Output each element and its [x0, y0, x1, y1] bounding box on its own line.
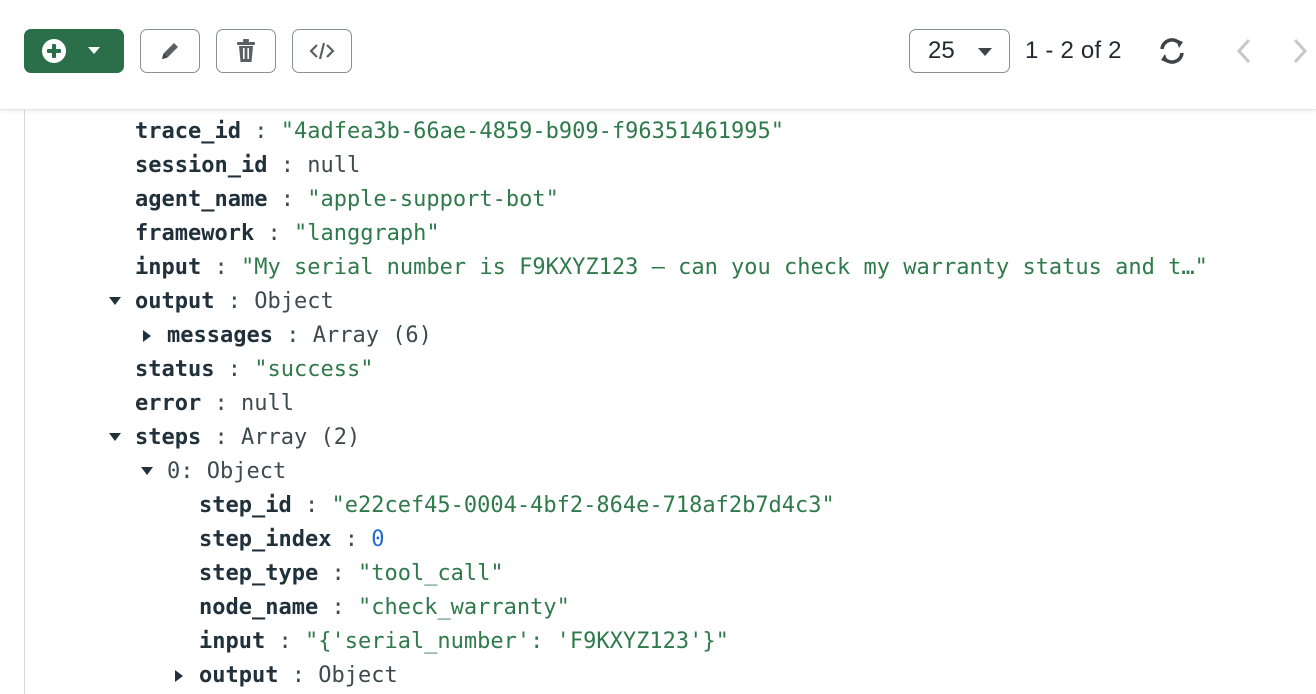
- field-key: session_id: [135, 153, 268, 178]
- field-input: input : "My serial number is F9KXYZ123 —…: [135, 255, 1208, 280]
- caret-down-icon: [88, 47, 100, 54]
- field-value[interactable]: Array (6): [313, 323, 432, 348]
- code-icon: [309, 42, 335, 60]
- field-framework: framework : "langgraph": [135, 221, 440, 246]
- field-agent-name: agent_name : "apple-support-bot": [135, 187, 559, 212]
- collapse-toggle-icon[interactable]: [143, 330, 151, 342]
- field-node-name: node_name : "check_warranty": [199, 595, 570, 620]
- edit-button[interactable]: [140, 29, 200, 73]
- field-key: error: [135, 391, 202, 416]
- expand-toggle-icon[interactable]: [109, 297, 121, 305]
- page-size-select[interactable]: 25: [909, 29, 1010, 73]
- field-value[interactable]: 0: [371, 527, 384, 552]
- field-value[interactable]: Object: [318, 663, 397, 688]
- field-step-0: 0: Object: [167, 459, 287, 484]
- field-value[interactable]: "My serial number is F9KXYZ123 — can you…: [241, 255, 1208, 280]
- field-key: output: [135, 289, 215, 314]
- field-messages: messages : Array (6): [167, 323, 432, 348]
- field-value[interactable]: Object: [207, 459, 286, 484]
- field-step-type: step_type : "tool_call": [199, 561, 504, 586]
- field-value[interactable]: null: [241, 391, 294, 416]
- pencil-icon: [162, 43, 178, 59]
- field-value[interactable]: Object: [254, 289, 333, 314]
- field-key: 0: [167, 459, 181, 484]
- field-steps: steps : Array (2): [135, 425, 361, 450]
- chevron-right-icon[interactable]: [1288, 36, 1312, 66]
- field-key: framework: [135, 221, 255, 246]
- field-key: status: [135, 357, 215, 382]
- field-key: input: [135, 255, 202, 280]
- field-trace-id: trace_id : "4adfea3b-66ae-4859-b909-f963…: [135, 119, 785, 144]
- caret-down-icon: [978, 48, 992, 56]
- field-step-id: step_id : "e22cef45-0004-4bf2-864e-718af…: [199, 493, 835, 518]
- pagination-range: 1 - 2 of 2: [1025, 37, 1122, 64]
- toolbar: 25 1 - 2 of 2: [0, 0, 1316, 110]
- field-value[interactable]: "{'serial_number': 'F9KXYZ123'}": [305, 629, 729, 654]
- view-code-button[interactable]: [292, 29, 352, 73]
- page-size-value: 25: [928, 37, 955, 64]
- field-value[interactable]: Array (2): [241, 425, 360, 450]
- refresh-icon[interactable]: [1156, 36, 1188, 66]
- field-key: step_index: [199, 527, 332, 552]
- chevron-left-icon[interactable]: [1232, 36, 1256, 66]
- field-key: messages: [167, 323, 273, 348]
- field-output: output : Object: [135, 289, 334, 314]
- field-step-input: input : "{'serial_number': 'F9KXYZ123'}": [199, 629, 729, 654]
- field-key: agent_name: [135, 187, 268, 212]
- delete-button[interactable]: [216, 29, 276, 73]
- field-value[interactable]: "4adfea3b-66ae-4859-b909-f96351461995": [281, 119, 784, 144]
- expand-toggle-icon[interactable]: [141, 467, 153, 475]
- field-key: output: [199, 663, 279, 688]
- trash-icon: [237, 39, 255, 62]
- collapse-toggle-icon[interactable]: [175, 670, 183, 682]
- add-document-button[interactable]: [24, 29, 124, 73]
- plus-circle-icon: [42, 39, 66, 63]
- field-value[interactable]: "success": [254, 357, 373, 382]
- field-session-id: session_id : null: [135, 153, 361, 178]
- field-key: trace_id: [135, 119, 241, 144]
- expand-toggle-icon[interactable]: [109, 433, 121, 441]
- field-step-output: output : Object: [199, 663, 398, 688]
- field-key: steps: [135, 425, 202, 450]
- field-value[interactable]: "langgraph": [294, 221, 440, 246]
- field-value[interactable]: "tool_call": [358, 561, 504, 586]
- field-key: step_type: [199, 561, 319, 586]
- field-value[interactable]: "e22cef45-0004-4bf2-864e-718af2b7d4c3": [331, 493, 834, 518]
- field-error: error : null: [135, 391, 294, 416]
- field-value[interactable]: "apple-support-bot": [307, 187, 559, 212]
- field-key: node_name: [199, 595, 319, 620]
- field-key: input: [199, 629, 266, 654]
- field-value[interactable]: null: [307, 153, 360, 178]
- document-viewer: trace_id : "4adfea3b-66ae-4859-b909-f963…: [24, 110, 1316, 694]
- field-value[interactable]: "check_warranty": [358, 595, 570, 620]
- field-step-index: step_index : 0: [199, 527, 385, 552]
- field-key: step_id: [199, 493, 292, 518]
- field-status: status : "success": [135, 357, 374, 382]
